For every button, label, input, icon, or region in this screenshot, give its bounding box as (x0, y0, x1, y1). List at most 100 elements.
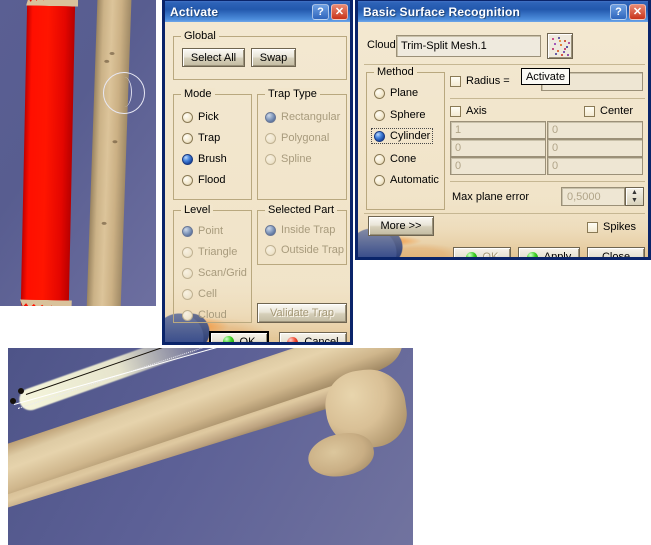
radio-trap-polygonal[interactable]: Polygonal (265, 132, 329, 144)
checkbox-icon (450, 105, 461, 117)
apply-status-icon (526, 251, 538, 257)
cancel-button[interactable]: Cancel (279, 332, 347, 342)
radio-method-plane[interactable]: Plane (374, 87, 418, 99)
level-group-label: Level (181, 204, 214, 216)
validate-trap-button[interactable]: Validate Trap (257, 303, 347, 323)
method-group-label: Method (374, 66, 417, 78)
point-cloud-icon[interactable] (547, 33, 573, 59)
3d-viewport-brush-selection[interactable] (0, 0, 156, 306)
axis-z-input[interactable]: 0 (450, 157, 546, 175)
activate-dialog-titlebar[interactable]: Activate ? ✕ (162, 0, 353, 22)
close-icon[interactable]: ✕ (331, 3, 348, 20)
radio-level-point[interactable]: Point (182, 225, 223, 237)
radio-method-automatic[interactable]: Automatic (374, 174, 439, 186)
axis-x-input[interactable]: 1 (450, 121, 546, 139)
checkbox-icon (584, 105, 595, 117)
spinner-up-icon[interactable]: ▲ (626, 188, 643, 197)
radio-bullet-icon (374, 87, 385, 99)
center-y-input[interactable]: 0 (547, 139, 643, 157)
swap-button[interactable]: Swap (251, 48, 296, 67)
selected-part-group: Selected Part Inside Trap Outside Trap (257, 204, 347, 265)
max-plane-error-label: Max plane error (452, 191, 530, 203)
radio-outside-trap[interactable]: Outside Trap (265, 244, 344, 256)
help-icon[interactable]: ? (312, 3, 329, 20)
ok-button[interactable]: OK (209, 331, 269, 342)
center-x-input[interactable]: 0 (547, 121, 643, 139)
radio-label: Cloud (198, 309, 227, 321)
surface-dialog-titlebar[interactable]: Basic Surface Recognition ? ✕ (355, 0, 651, 22)
spikes-label: Spikes (603, 221, 637, 233)
activate-dialog-title: Activate (170, 4, 219, 19)
cancel-status-icon (287, 336, 299, 342)
bone-mesh (86, 0, 132, 306)
radio-label: Cell (198, 288, 217, 300)
max-plane-error-input[interactable]: 0,5000 (561, 187, 625, 206)
radio-bullet-icon (374, 174, 385, 186)
radio-label: Polygonal (281, 132, 330, 144)
radio-label: Cone (390, 153, 417, 165)
radio-label: Triangle (198, 246, 238, 258)
radio-inside-trap[interactable]: Inside Trap (265, 224, 335, 236)
radio-label: Sphere (390, 109, 426, 121)
ok-button-label: OK (239, 335, 256, 343)
more-button[interactable]: More >> (368, 216, 434, 236)
radio-bullet-icon (182, 132, 193, 144)
activate-tooltip-overlay: Activate (521, 68, 570, 85)
axis-y-input[interactable]: 0 (450, 139, 546, 157)
trap-type-group-label: Trap Type (265, 88, 320, 100)
select-all-button[interactable]: Select All (182, 48, 245, 67)
radius-checkbox[interactable]: Radius = (450, 75, 510, 87)
close-icon[interactable]: ✕ (629, 3, 646, 20)
selected-part-group-label: Selected Part (265, 204, 338, 216)
radio-trap-rectangular[interactable]: Rectangular (265, 111, 340, 123)
radius-label: Radius = (466, 75, 510, 87)
radio-mode-trap[interactable]: Trap (182, 132, 220, 144)
radio-level-cloud[interactable]: Cloud (182, 309, 227, 321)
radio-mode-pick[interactable]: Pick (182, 111, 219, 123)
center-checkbox[interactable]: Center (584, 105, 633, 117)
spinner-down-icon[interactable]: ▼ (626, 197, 643, 206)
radio-method-cylinder[interactable]: Cylinder (370, 128, 434, 144)
mode-group: Mode Pick Trap Brush Flood (173, 88, 252, 200)
level-group: Level Point Triangle Scan/Grid Cell Clou… (173, 204, 252, 323)
surface-dialog-title: Basic Surface Recognition (363, 4, 521, 19)
mode-group-label: Mode (181, 88, 215, 100)
basic-surface-recognition-dialog[interactable]: Basic Surface Recognition ? ✕ Cloud Trim… (355, 0, 651, 260)
radio-level-cell[interactable]: Cell (182, 288, 217, 300)
radio-label: Flood (198, 174, 226, 186)
cloud-input[interactable]: Trim-Split Mesh.1 (396, 35, 541, 57)
apply-button[interactable]: Apply (518, 247, 580, 257)
close-button[interactable]: Close (587, 247, 645, 257)
cancel-button-label: Cancel (304, 336, 339, 342)
axis-checkbox[interactable]: Axis (450, 105, 487, 117)
radio-bullet-icon (182, 225, 193, 237)
radio-trap-spline[interactable]: Spline (265, 153, 312, 165)
radio-method-cone[interactable]: Cone (374, 153, 416, 165)
radio-bullet-icon (182, 174, 193, 186)
ok-button[interactable]: OK (453, 247, 511, 257)
radio-level-scan-grid[interactable]: Scan/Grid (182, 267, 247, 279)
3d-viewport-cylinder-axis[interactable] (8, 348, 413, 545)
activate-dialog[interactable]: Activate ? ✕ Global Select All Swap Mode… (162, 0, 353, 345)
radio-bullet-icon (182, 246, 193, 258)
method-group: Method Plane Sphere Cylinder Cone Automa… (366, 66, 445, 210)
radio-label: Spline (281, 153, 312, 165)
radio-mode-brush[interactable]: Brush (182, 153, 227, 165)
radio-mode-flood[interactable]: Flood (182, 174, 226, 186)
checkbox-icon (450, 75, 461, 87)
help-icon[interactable]: ? (610, 3, 627, 20)
radio-bullet-icon (374, 153, 385, 165)
cloud-separator (364, 64, 645, 65)
radio-bullet-icon (374, 109, 385, 121)
radio-level-triangle[interactable]: Triangle (182, 246, 237, 258)
radio-method-sphere[interactable]: Sphere (374, 109, 425, 121)
center-z-input[interactable]: 0 (547, 157, 643, 175)
axis-origin-point-2 (10, 398, 16, 404)
max-plane-error-spinner[interactable]: ▲ ▼ (625, 187, 644, 206)
radio-label: Cylinder (390, 130, 431, 142)
spikes-checkbox[interactable]: Spikes (587, 221, 636, 233)
radio-label: Pick (198, 111, 219, 123)
surface-dialog-body: Cloud Trim-Split Mesh.1 Method Plane Sph… (358, 22, 648, 257)
radio-bullet-icon (182, 288, 193, 300)
radio-label: Point (198, 225, 224, 237)
